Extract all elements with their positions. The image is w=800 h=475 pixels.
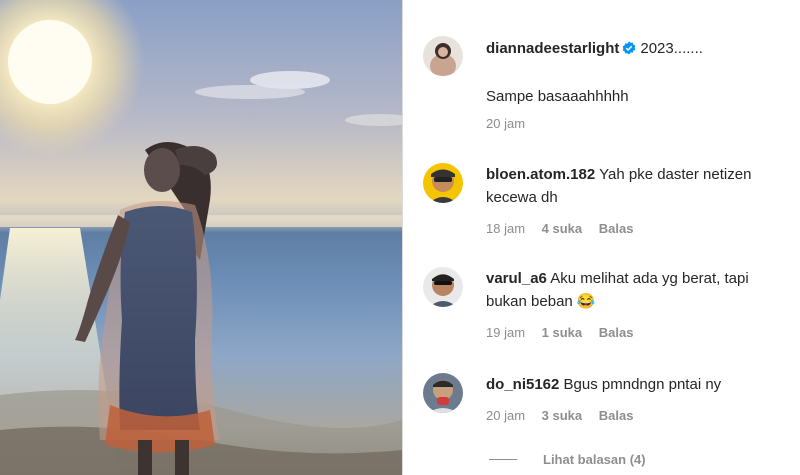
post-photo[interactable] bbox=[0, 0, 402, 475]
comment-meta: 20 jam 3 suka Balas bbox=[486, 408, 646, 423]
comment-username[interactable]: varul_a6 bbox=[486, 270, 547, 287]
comment-meta: 19 jam 1 suka Balas bbox=[486, 325, 646, 340]
reply-button[interactable]: Balas bbox=[599, 325, 634, 340]
caption-time[interactable]: 20 jam bbox=[486, 116, 525, 131]
comment-username[interactable]: do_ni5162 bbox=[486, 376, 559, 393]
author-avatar[interactable] bbox=[423, 36, 463, 76]
comment-time[interactable]: 20 jam bbox=[486, 408, 525, 423]
comment-text: do_ni5162 Bgus pmndngn pntai ny bbox=[486, 373, 776, 396]
view-replies-button[interactable]: Lihat balasan (4) bbox=[489, 452, 646, 467]
comment-likes[interactable]: 1 suka bbox=[542, 325, 582, 340]
comment-text: bloen.atom.182 Yah pke daster netizen ke… bbox=[486, 163, 776, 209]
commenter-avatar[interactable] bbox=[423, 267, 463, 307]
commenter-avatar[interactable] bbox=[423, 163, 463, 203]
comment-likes[interactable]: 4 suka bbox=[542, 221, 582, 236]
comment-text: varul_a6 Aku melihat ada yg berat, tapi … bbox=[486, 267, 776, 313]
comment-time[interactable]: 18 jam bbox=[486, 221, 525, 236]
view-replies-label: Lihat balasan (4) bbox=[543, 452, 646, 467]
commenter-avatar[interactable] bbox=[423, 373, 463, 413]
caption-text: diannadeestarlight 2023....... Sampe basa… bbox=[486, 37, 776, 108]
comment-time[interactable]: 19 jam bbox=[486, 325, 525, 340]
comment-likes[interactable]: 3 suka bbox=[542, 408, 582, 423]
reply-button[interactable]: Balas bbox=[599, 221, 634, 236]
beach-scene-image bbox=[0, 0, 402, 475]
comments-panel[interactable]: diannadeestarlight 2023....... Sampe basa… bbox=[403, 0, 800, 475]
caption-meta: 20 jam bbox=[486, 116, 538, 131]
verified-badge-icon bbox=[622, 39, 636, 62]
author-username[interactable]: diannadeestarlight bbox=[486, 40, 619, 57]
comment-username[interactable]: bloen.atom.182 bbox=[486, 166, 595, 183]
caption-line-2: Sampe basaaahhhhh bbox=[486, 88, 629, 105]
reply-button[interactable]: Balas bbox=[599, 408, 634, 423]
comment-body: Bgus pmndngn pntai ny bbox=[563, 376, 722, 393]
replies-divider-line bbox=[489, 459, 517, 460]
comment-meta: 18 jam 4 suka Balas bbox=[486, 221, 646, 236]
caption-line-1: 2023....... bbox=[640, 40, 703, 57]
